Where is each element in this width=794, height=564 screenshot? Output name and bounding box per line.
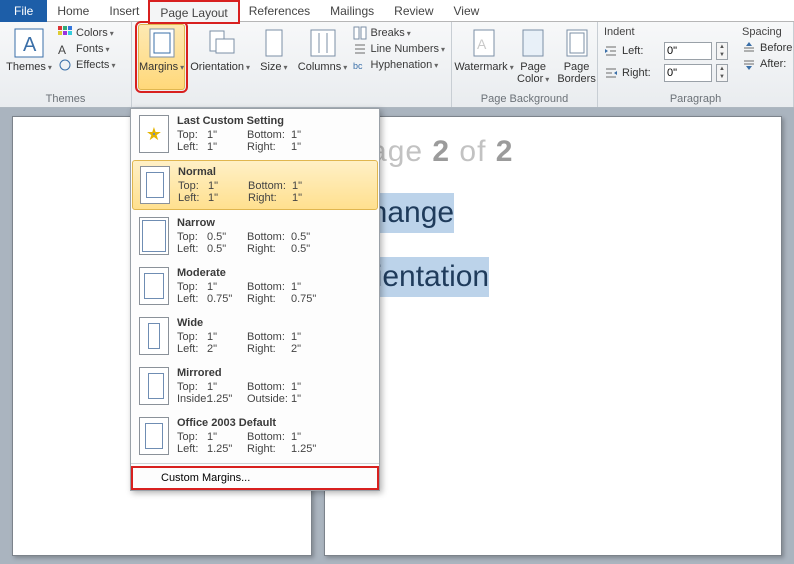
margin-preset-last-custom-setting[interactable]: ★Last Custom SettingTop:1"Bottom:1"Left:… [131,109,379,159]
effects-button[interactable]: Effects [58,58,115,72]
document-area: 2 Page 2 of 2 Change orientation [0,108,794,564]
line-numbers-button[interactable]: Line Numbers [353,42,446,56]
breaks-icon [353,26,367,40]
margins-button[interactable]: Margins [138,24,185,90]
margin-preset-title: Wide [177,317,371,329]
page-2-title: Page 2 of 2 [349,135,757,169]
size-button[interactable]: Size [255,24,292,90]
orientation-button[interactable]: Orientation [191,24,249,90]
page-borders-button[interactable]: Page Borders [556,24,597,90]
spacing-after-icon [742,58,756,70]
margin-preset-moderate[interactable]: ModerateTop:1"Bottom:1"Left:0.75"Right:0… [131,261,379,311]
ribbon-tabs: File HomeInsertPage LayoutReferencesMail… [0,0,794,22]
ribbon: A Themes Colors A Fonts Effects Theme [0,22,794,108]
margin-preset-title: Moderate [177,267,371,279]
indent-left-input[interactable] [664,42,712,60]
columns-icon [307,27,339,59]
svg-text:A: A [23,34,37,56]
indent-label: Indent [604,26,728,38]
spacing-label: Spacing [742,26,794,38]
margin-preset-mirrored[interactable]: MirroredTop:1"Bottom:1"Inside:1.25"Outsi… [131,361,379,411]
margin-thumb-icon [139,317,169,355]
tab-insert[interactable]: Insert [99,0,149,22]
margin-preset-wide[interactable]: WideTop:1"Bottom:1"Left:2"Right:2" [131,311,379,361]
margins-icon [146,27,178,59]
group-paragraph: Indent Left: ▲▼ Right: ▲▼ Spacing [598,22,794,107]
themes-label: Themes [6,61,52,74]
spacing-before-row: Before [742,42,794,54]
group-themes-label: Themes [6,91,125,107]
margin-thumb-icon [139,367,169,405]
svg-text:bc: bc [353,61,363,71]
group-page-setup-label [138,91,445,107]
indent-right-spinner[interactable]: ▲▼ [716,64,728,82]
margin-thumb-icon [139,217,169,255]
effects-icon [58,58,72,72]
hyphenation-icon: bc [353,58,367,72]
tab-review[interactable]: Review [384,0,443,22]
tab-file[interactable]: File [0,0,47,22]
themes-button[interactable]: A Themes [6,24,52,90]
indent-right-icon [604,67,618,79]
spacing-after-row: After: [742,58,794,70]
page-borders-icon [561,27,593,59]
themes-icon: A [13,27,45,59]
margin-preset-title: Mirrored [177,367,371,379]
group-page-background: A Watermark Page Color Page Borders Page… [452,22,598,107]
indent-right-input[interactable] [664,64,712,82]
group-paragraph-label: Paragraph [604,91,787,107]
margin-preset-title: Narrow [177,217,371,229]
orientation-icon [204,27,236,59]
custom-margins-item[interactable]: Custom Margins... [131,466,379,490]
margin-preset-title: Last Custom Setting [177,115,371,127]
group-page-background-label: Page Background [458,91,591,107]
indent-left-row: Left: ▲▼ [604,42,728,60]
tab-view[interactable]: View [444,0,490,22]
tab-home[interactable]: Home [47,0,99,22]
watermark-icon: A [468,27,500,59]
watermark-button[interactable]: A Watermark [458,24,510,90]
group-page-setup: Margins Orientation Size Columns [132,22,452,107]
margin-thumb-icon [139,417,169,455]
indent-right-row: Right: ▲▼ [604,64,728,82]
margin-preset-title: Normal [178,166,370,178]
svg-text:A: A [477,36,487,52]
indent-left-icon [604,45,618,57]
tab-references[interactable]: References [239,0,320,22]
page-color-icon [517,27,549,59]
columns-button[interactable]: Columns [299,24,347,90]
margin-thumb-icon [140,166,170,204]
fonts-button[interactable]: A Fonts [58,42,115,56]
size-icon [258,27,290,59]
page-color-button[interactable]: Page Color [516,24,550,90]
tab-mailings[interactable]: Mailings [320,0,384,22]
page-2[interactable]: Page 2 of 2 Change orientation [324,116,782,556]
colors-button[interactable]: Colors [58,26,115,40]
margin-preset-title: Office 2003 Default [177,417,371,429]
margin-preset-narrow[interactable]: NarrowTop:0.5"Bottom:0.5"Left:0.5"Right:… [131,211,379,261]
margin-preset-office-2003-default[interactable]: Office 2003 DefaultTop:1"Bottom:1"Left:1… [131,411,379,461]
margin-thumb-icon [139,267,169,305]
margin-preset-normal[interactable]: NormalTop:1"Bottom:1"Left:1"Right:1" [132,160,378,210]
tab-page-layout[interactable]: Page Layout [149,1,238,23]
selected-text[interactable]: Change orientation [349,169,757,297]
margins-dropdown: ★Last Custom SettingTop:1"Bottom:1"Left:… [130,108,380,491]
breaks-button[interactable]: Breaks [353,26,446,40]
svg-text:A: A [58,43,66,56]
margin-thumb-icon: ★ [139,115,169,153]
line-numbers-icon [353,42,367,56]
colors-icon [58,26,72,40]
hyphenation-button[interactable]: bc Hyphenation [353,58,446,72]
spacing-before-icon [742,42,756,54]
indent-left-spinner[interactable]: ▲▼ [716,42,728,60]
group-themes: A Themes Colors A Fonts Effects Theme [0,22,132,107]
fonts-icon: A [58,42,72,56]
